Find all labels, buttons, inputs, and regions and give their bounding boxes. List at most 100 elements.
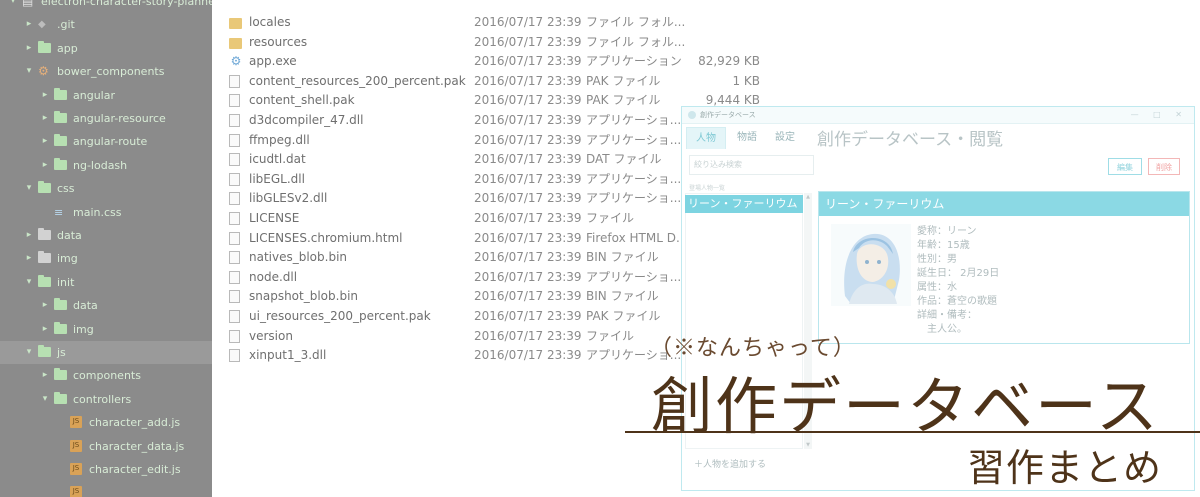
chevron-down-icon[interactable]: ▾ — [24, 271, 34, 294]
table-row[interactable]: ⚙ app.exe 2016/07/17 23:39 アプリケーション 82,929 K… — [212, 52, 772, 72]
chevron-right-icon[interactable]: ▸ — [40, 130, 50, 153]
window-title: 創作データベース — [700, 111, 756, 119]
character-detail-line: 主人公。 — [917, 324, 967, 335]
tab-stories[interactable]: 物語 — [730, 127, 764, 149]
table-row[interactable]: resources 2016/07/17 23:39 ファイル フォル... — [212, 33, 772, 53]
search-input[interactable]: 絞り込み検索 — [689, 155, 814, 175]
tree-item[interactable]: JS — [0, 481, 212, 497]
character-detail-line: 性別：男 — [917, 254, 957, 265]
chevron-right-icon[interactable]: ▸ — [40, 364, 50, 387]
tree-item[interactable]: ▸ angular-route — [0, 130, 212, 153]
tab-characters[interactable]: 人物 — [686, 127, 726, 149]
file-date: 2016/07/17 23:39 — [474, 113, 582, 127]
file-date: 2016/07/17 23:39 — [474, 191, 582, 206]
tree-item[interactable]: ▸ data — [0, 224, 212, 247]
delete-button[interactable]: 削除 — [1148, 158, 1180, 175]
tree-item-label: controllers — [73, 392, 132, 406]
tree-item[interactable]: ▾ ⚙ bower_components — [0, 60, 212, 83]
table-row[interactable]: locales 2016/07/17 23:39 ファイル フォル... — [212, 13, 772, 33]
file-type: PAK ファイル — [586, 309, 661, 323]
folder-icon — [229, 18, 242, 29]
chevron-right-icon[interactable]: ▸ — [24, 224, 34, 247]
folder-icon — [38, 345, 51, 357]
chevron-down-icon[interactable]: ▾ — [24, 341, 34, 364]
file-name: libEGL.dll — [249, 171, 305, 186]
scroll-up-icon[interactable]: ▲ — [804, 194, 812, 200]
file-type: アプリケーショ... — [586, 113, 682, 127]
tree-item[interactable]: ▾ ▤ electron-character-story-planner — [0, 0, 212, 13]
chevron-down-icon[interactable]: ▾ — [8, 0, 18, 13]
dll-icon — [229, 172, 240, 186]
file-name: node.dll — [249, 269, 298, 284]
tree-item[interactable]: JS character_add.js — [0, 411, 212, 434]
tree-item-label: ng-lodash — [73, 158, 128, 172]
tree-item[interactable]: JS character_edit.js — [0, 458, 212, 481]
chevron-right-icon[interactable]: ▸ — [40, 318, 50, 341]
chevron-down-icon[interactable]: ▾ — [24, 177, 34, 200]
file-name: libGLESv2.dll — [249, 191, 328, 206]
file-date: 2016/07/17 23:39 — [474, 171, 582, 186]
overlay-divider — [625, 431, 1200, 433]
file-icon — [229, 153, 240, 167]
tree-item-label: data — [57, 229, 82, 242]
tree-item[interactable]: JS character_data.js — [0, 435, 212, 458]
file-type: アプリケーショ... — [586, 269, 682, 284]
file-type: PAK ファイル — [586, 73, 661, 88]
js-file-icon: JS — [70, 416, 82, 429]
character-detail-line: 年齢：15歳 — [917, 240, 970, 251]
tree-item-label: electron-character-story-planner — [41, 0, 212, 8]
tree-item[interactable]: ▸ img — [0, 247, 212, 270]
tree-item[interactable]: ▸ data — [0, 294, 212, 317]
chevron-down-icon[interactable]: ▾ — [24, 60, 34, 83]
file-name: d3dcompiler_47.dll — [249, 113, 364, 127]
tree-item[interactable]: ≡ main.css — [0, 201, 212, 224]
list-item[interactable]: リーン・ファーリウム — [685, 195, 803, 213]
window-controls[interactable]: — □ ✕ — [1131, 107, 1188, 123]
chevron-right-icon[interactable]: ▸ — [40, 84, 50, 107]
tree-item[interactable]: ▸ angular-resource — [0, 107, 212, 130]
character-portrait — [831, 224, 911, 306]
file-type: アプリケーション — [586, 54, 682, 69]
bower-icon: ⚙ — [38, 64, 49, 79]
file-icon — [229, 310, 240, 323]
page-title: 創作データベース・閲覧 — [817, 130, 1004, 150]
file-name: version — [249, 328, 293, 343]
chevron-down-icon[interactable]: ▾ — [40, 388, 50, 411]
tree-item-label: components — [73, 369, 141, 383]
folder-grey-icon — [38, 228, 51, 240]
chevron-right-icon[interactable]: ▸ — [40, 107, 50, 130]
file-icon — [229, 212, 240, 225]
tree-item[interactable]: ▸ img — [0, 318, 212, 341]
edit-button[interactable]: 編集 — [1108, 158, 1142, 175]
chevron-right-icon[interactable]: ▸ — [40, 154, 50, 177]
file-name: content_shell.pak — [249, 93, 355, 108]
chevron-right-icon[interactable]: ▸ — [24, 247, 34, 270]
tree-item[interactable]: ▾ js — [0, 341, 212, 364]
tree-item-label: init — [57, 275, 75, 289]
tree-item[interactable]: ▸ app — [0, 37, 212, 60]
window-titlebar[interactable]: 創作データベース — □ ✕ — [682, 107, 1194, 124]
file-icon — [229, 290, 240, 304]
chevron-right-icon[interactable]: ▸ — [40, 294, 50, 317]
table-row[interactable]: content_resources_200_percent.pak 2016/07… — [212, 72, 772, 92]
tree-item-label: data — [73, 299, 98, 313]
tree-item-label: character_edit.js — [89, 463, 181, 476]
tree-item-label: angular-resource — [73, 112, 166, 125]
tree-item[interactable]: ▸ ◆ .git — [0, 13, 212, 36]
tree-item[interactable]: ▸ angular — [0, 84, 212, 107]
chevron-right-icon[interactable]: ▸ — [24, 13, 34, 36]
tree-item[interactable]: ▾ init — [0, 271, 212, 294]
tree-item[interactable]: ▸ ng-lodash — [0, 154, 212, 177]
tree-item[interactable]: ▸ components — [0, 364, 212, 387]
file-name: xinput1_3.dll — [249, 348, 327, 363]
folder-icon — [54, 321, 67, 334]
tree-item[interactable]: ▾ controllers — [0, 388, 212, 411]
file-date: 2016/07/17 23:39 — [474, 152, 582, 167]
tab-settings[interactable]: 設定 — [768, 127, 802, 149]
file-name: ffmpeg.dll — [249, 132, 310, 147]
add-character-button[interactable]: ＋人物を追加する — [694, 457, 766, 470]
chevron-right-icon[interactable]: ▸ — [24, 37, 34, 60]
tree-item[interactable]: ▾ css — [0, 177, 212, 200]
file-type: アプリケーショ... — [586, 171, 682, 186]
file-date: 2016/07/17 23:39 — [474, 132, 582, 147]
